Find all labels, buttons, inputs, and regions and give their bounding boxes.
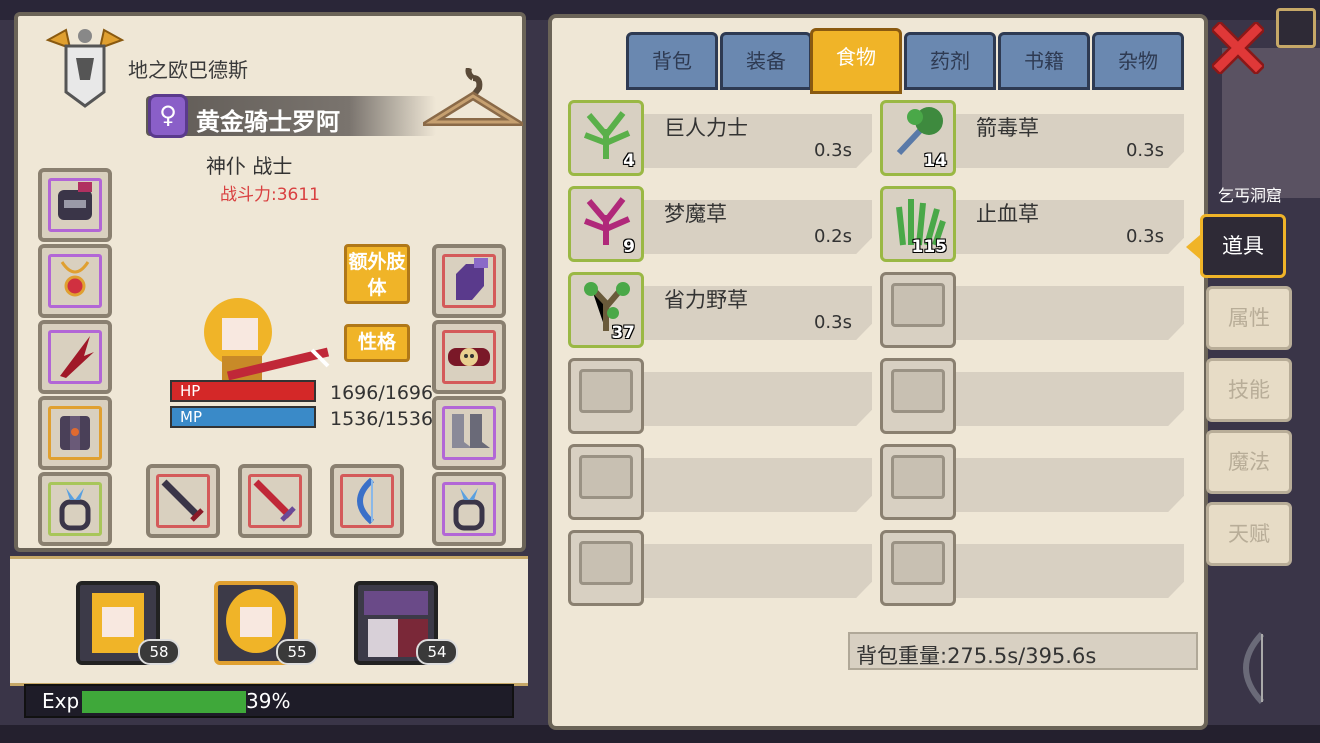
backpack-weight-text: 背包重量:275.5s/395.6s — [856, 644, 1097, 668]
weapon-slot-3[interactable] — [330, 464, 404, 538]
personality-button[interactable]: 性格 — [344, 324, 410, 362]
party-bar: 58 55 54 — [10, 556, 528, 686]
side-tab-skills[interactable]: 技能 — [1206, 358, 1292, 422]
exp-fill — [82, 691, 246, 713]
empty-item-slot[interactable] — [568, 444, 872, 520]
item-energy-saving-weed[interactable]: 37 省力野草 0.3s — [568, 272, 872, 348]
empty-item-slot[interactable] — [568, 358, 872, 434]
mp-value: 1536/1536 — [330, 408, 434, 430]
helmet-slot[interactable] — [38, 168, 112, 242]
side-tab-items[interactable]: 道具 — [1200, 214, 1286, 278]
tab-food[interactable]: 食物 — [810, 28, 902, 94]
item-name: 巨人力士 — [664, 116, 748, 140]
empty-item-slot[interactable] — [880, 272, 1184, 348]
ring-slot-right[interactable] — [432, 472, 506, 546]
armor-icon — [60, 416, 90, 450]
item-time: 0.3s — [1125, 226, 1164, 247]
extra-limbs-button[interactable]: 额外肢体 — [344, 244, 410, 304]
party-member-2[interactable]: 55 — [214, 581, 318, 665]
empty-item-slot[interactable] — [880, 530, 1184, 606]
side-tab-talents[interactable]: 天赋 — [1206, 502, 1292, 566]
mp-bar: MP — [170, 406, 316, 428]
character-class: 神仆 战士 — [206, 154, 293, 178]
hp-value: 1696/1696 — [330, 382, 434, 404]
amulet-slot[interactable] — [38, 244, 112, 318]
item-quantity: 37 — [611, 323, 635, 343]
empty-item-slot[interactable] — [568, 530, 872, 606]
character-title: 地之欧巴德斯 — [128, 58, 248, 82]
party-member-1[interactable]: 58 — [76, 581, 180, 665]
armor-slot[interactable] — [38, 396, 112, 470]
level-badge: 54 — [416, 639, 458, 665]
inventory-panel: 背包 装备 食物 药剂 书籍 杂物 4 巨人力士 0.3s 14 箭毒草 0.3… — [548, 14, 1208, 730]
item-name: 止血草 — [976, 202, 1039, 226]
map-location-label: 乞丐洞窟 — [1218, 186, 1283, 205]
exp-bar: Exp 39% — [24, 684, 514, 718]
boots-slot[interactable] — [432, 396, 506, 470]
side-tab-attributes[interactable]: 属性 — [1206, 286, 1292, 350]
side-tab-pointer-icon — [1186, 235, 1200, 259]
item-name: 省力野草 — [664, 288, 748, 312]
hp-label: HP — [180, 382, 201, 400]
rank-emblem-icon — [45, 28, 125, 108]
tab-potions[interactable]: 药剂 — [904, 32, 996, 90]
tab-backpack[interactable]: 背包 — [626, 32, 718, 90]
ring-icon-right — [453, 488, 485, 531]
ring-slot-left[interactable] — [38, 472, 112, 546]
ring-icon — [59, 488, 91, 531]
hp-bar: HP — [170, 380, 316, 402]
item-time: 0.2s — [813, 226, 852, 247]
character-panel: 地之欧巴德斯 ♀ 黄金骑士罗阿 神仆 战士 战斗力:3611 额外肢体 性格 H… — [14, 12, 526, 552]
item-nightmare-herb[interactable]: 9 梦魔草 0.2s — [568, 186, 872, 262]
character-name: 黄金骑士罗阿 — [196, 108, 340, 136]
item-time: 0.3s — [813, 140, 852, 161]
weapon-slot-1[interactable] — [146, 464, 220, 538]
mp-label: MP — [180, 408, 202, 426]
dark-sword-icon — [161, 479, 204, 522]
gauntlet-icon — [456, 258, 488, 300]
item-quantity: 14 — [923, 151, 947, 171]
tab-equipment[interactable]: 装备 — [720, 32, 812, 90]
empty-item-slot[interactable] — [880, 358, 1184, 434]
item-quantity: 4 — [623, 151, 635, 171]
backpack-weight: 背包重量:275.5s/395.6s — [848, 632, 1198, 670]
tab-misc[interactable]: 杂物 — [1092, 32, 1184, 90]
combat-power: 战斗力:3611 — [220, 185, 320, 205]
item-time: 0.3s — [813, 312, 852, 333]
item-name: 梦魔草 — [664, 202, 727, 226]
hanger-icon[interactable] — [423, 68, 523, 138]
party-member-3[interactable]: 54 — [354, 581, 458, 665]
close-icon[interactable] — [1212, 22, 1264, 74]
belt-slot[interactable] — [432, 320, 506, 394]
weapon-slot[interactable] — [38, 320, 112, 394]
female-icon: ♀ — [148, 94, 188, 138]
exp-label: Exp — [42, 689, 80, 713]
item-quantity: 9 — [623, 237, 635, 257]
exp-percent: 39% — [246, 689, 291, 713]
blue-bow-icon — [357, 477, 375, 525]
crimson-sword-icon — [253, 479, 296, 522]
item-hemostatic-herb[interactable]: 115 止血草 0.3s — [880, 186, 1184, 262]
helmet-icon — [58, 182, 92, 220]
empty-item-slot[interactable] — [880, 444, 1184, 520]
skull-belt-icon — [448, 348, 490, 366]
level-badge: 58 — [138, 639, 180, 665]
item-giant-strength[interactable]: 4 巨人力士 0.3s — [568, 100, 872, 176]
weapon-slot-2[interactable] — [238, 464, 312, 538]
side-tab-magic[interactable]: 魔法 — [1206, 430, 1292, 494]
bow-icon[interactable] — [1226, 630, 1276, 706]
map-toggle-icon[interactable] — [1276, 8, 1316, 48]
item-time: 0.3s — [1125, 140, 1164, 161]
item-quantity: 115 — [911, 237, 948, 257]
tab-books[interactable]: 书籍 — [998, 32, 1090, 90]
boots-icon — [452, 414, 490, 448]
gloves-slot[interactable] — [432, 244, 506, 318]
item-arrow-poison-herb[interactable]: 14 箭毒草 0.3s — [880, 100, 1184, 176]
red-claw-icon — [60, 336, 94, 378]
item-name: 箭毒草 — [976, 116, 1039, 140]
amulet-icon — [60, 261, 90, 297]
level-badge: 55 — [276, 639, 318, 665]
